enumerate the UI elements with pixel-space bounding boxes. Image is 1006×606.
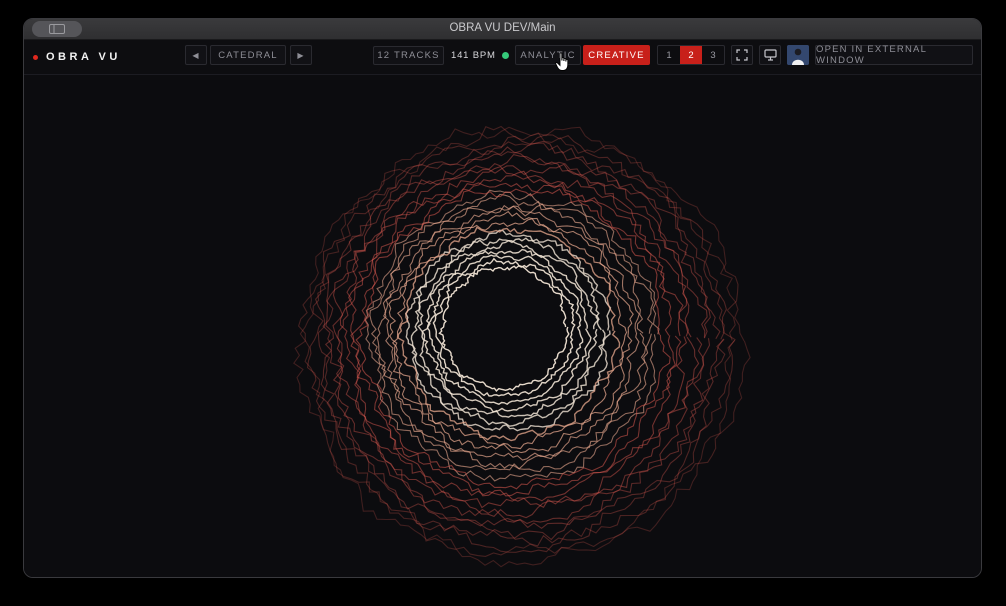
- layout-option-2[interactable]: 2: [680, 46, 702, 64]
- waveform-ring: [432, 257, 576, 397]
- layout-option-1[interactable]: 1: [658, 46, 680, 64]
- waveform-ring: [426, 254, 584, 406]
- tracks-badge: 12 TRACKS: [373, 46, 444, 65]
- brand-name: OBRA VU: [46, 51, 121, 63]
- open-external-window-button[interactable]: OPEN IN EXTERNAL WINDOW: [815, 44, 973, 66]
- next-preset-button[interactable]: ▶: [290, 45, 312, 65]
- waveform-ring: [438, 264, 570, 392]
- fullscreen-icon: [736, 49, 748, 61]
- waveform-ring: [397, 226, 621, 442]
- bpm-indicator: 141 BPM: [451, 50, 509, 61]
- waveform-ring: [369, 193, 654, 473]
- waveform-ring: [355, 188, 671, 490]
- waveform-ring: [297, 125, 739, 557]
- analytic-mode-button[interactable]: ANALYTIC: [515, 45, 581, 65]
- visualizer-canvas[interactable]: [24, 75, 981, 577]
- brand: OBRA VU: [33, 51, 121, 63]
- bpm-label: 141 BPM: [451, 50, 496, 61]
- avatar[interactable]: [787, 45, 809, 65]
- prev-arrow-icon: ◀: [192, 50, 200, 60]
- prev-preset-button[interactable]: ◀: [185, 45, 207, 65]
- display-button[interactable]: [759, 45, 781, 65]
- window-title: OBRA VU DEV/Main: [449, 22, 556, 34]
- pointer-cursor-icon: [555, 52, 571, 77]
- monitor-icon: [763, 49, 777, 61]
- app-window: OBRA VU DEV/Main OBRA VU: [23, 18, 982, 578]
- next-arrow-icon: ▶: [297, 50, 305, 60]
- fullscreen-button[interactable]: [731, 45, 753, 65]
- recording-dot-icon: [33, 54, 38, 60]
- layout-selector: 1 2 3: [657, 45, 725, 65]
- waveform-ring: [421, 248, 592, 413]
- title-bar: OBRA VU DEV/Main: [24, 19, 981, 40]
- user-avatar-icon: [787, 45, 809, 65]
- creative-mode-button[interactable]: CREATIVE: [583, 45, 650, 65]
- layout-option-3[interactable]: 3: [702, 46, 724, 64]
- live-status-icon: [501, 52, 509, 59]
- circular-waveform-visualization: [293, 125, 751, 568]
- preset-name-button[interactable]: CATEDRAL: [210, 45, 286, 65]
